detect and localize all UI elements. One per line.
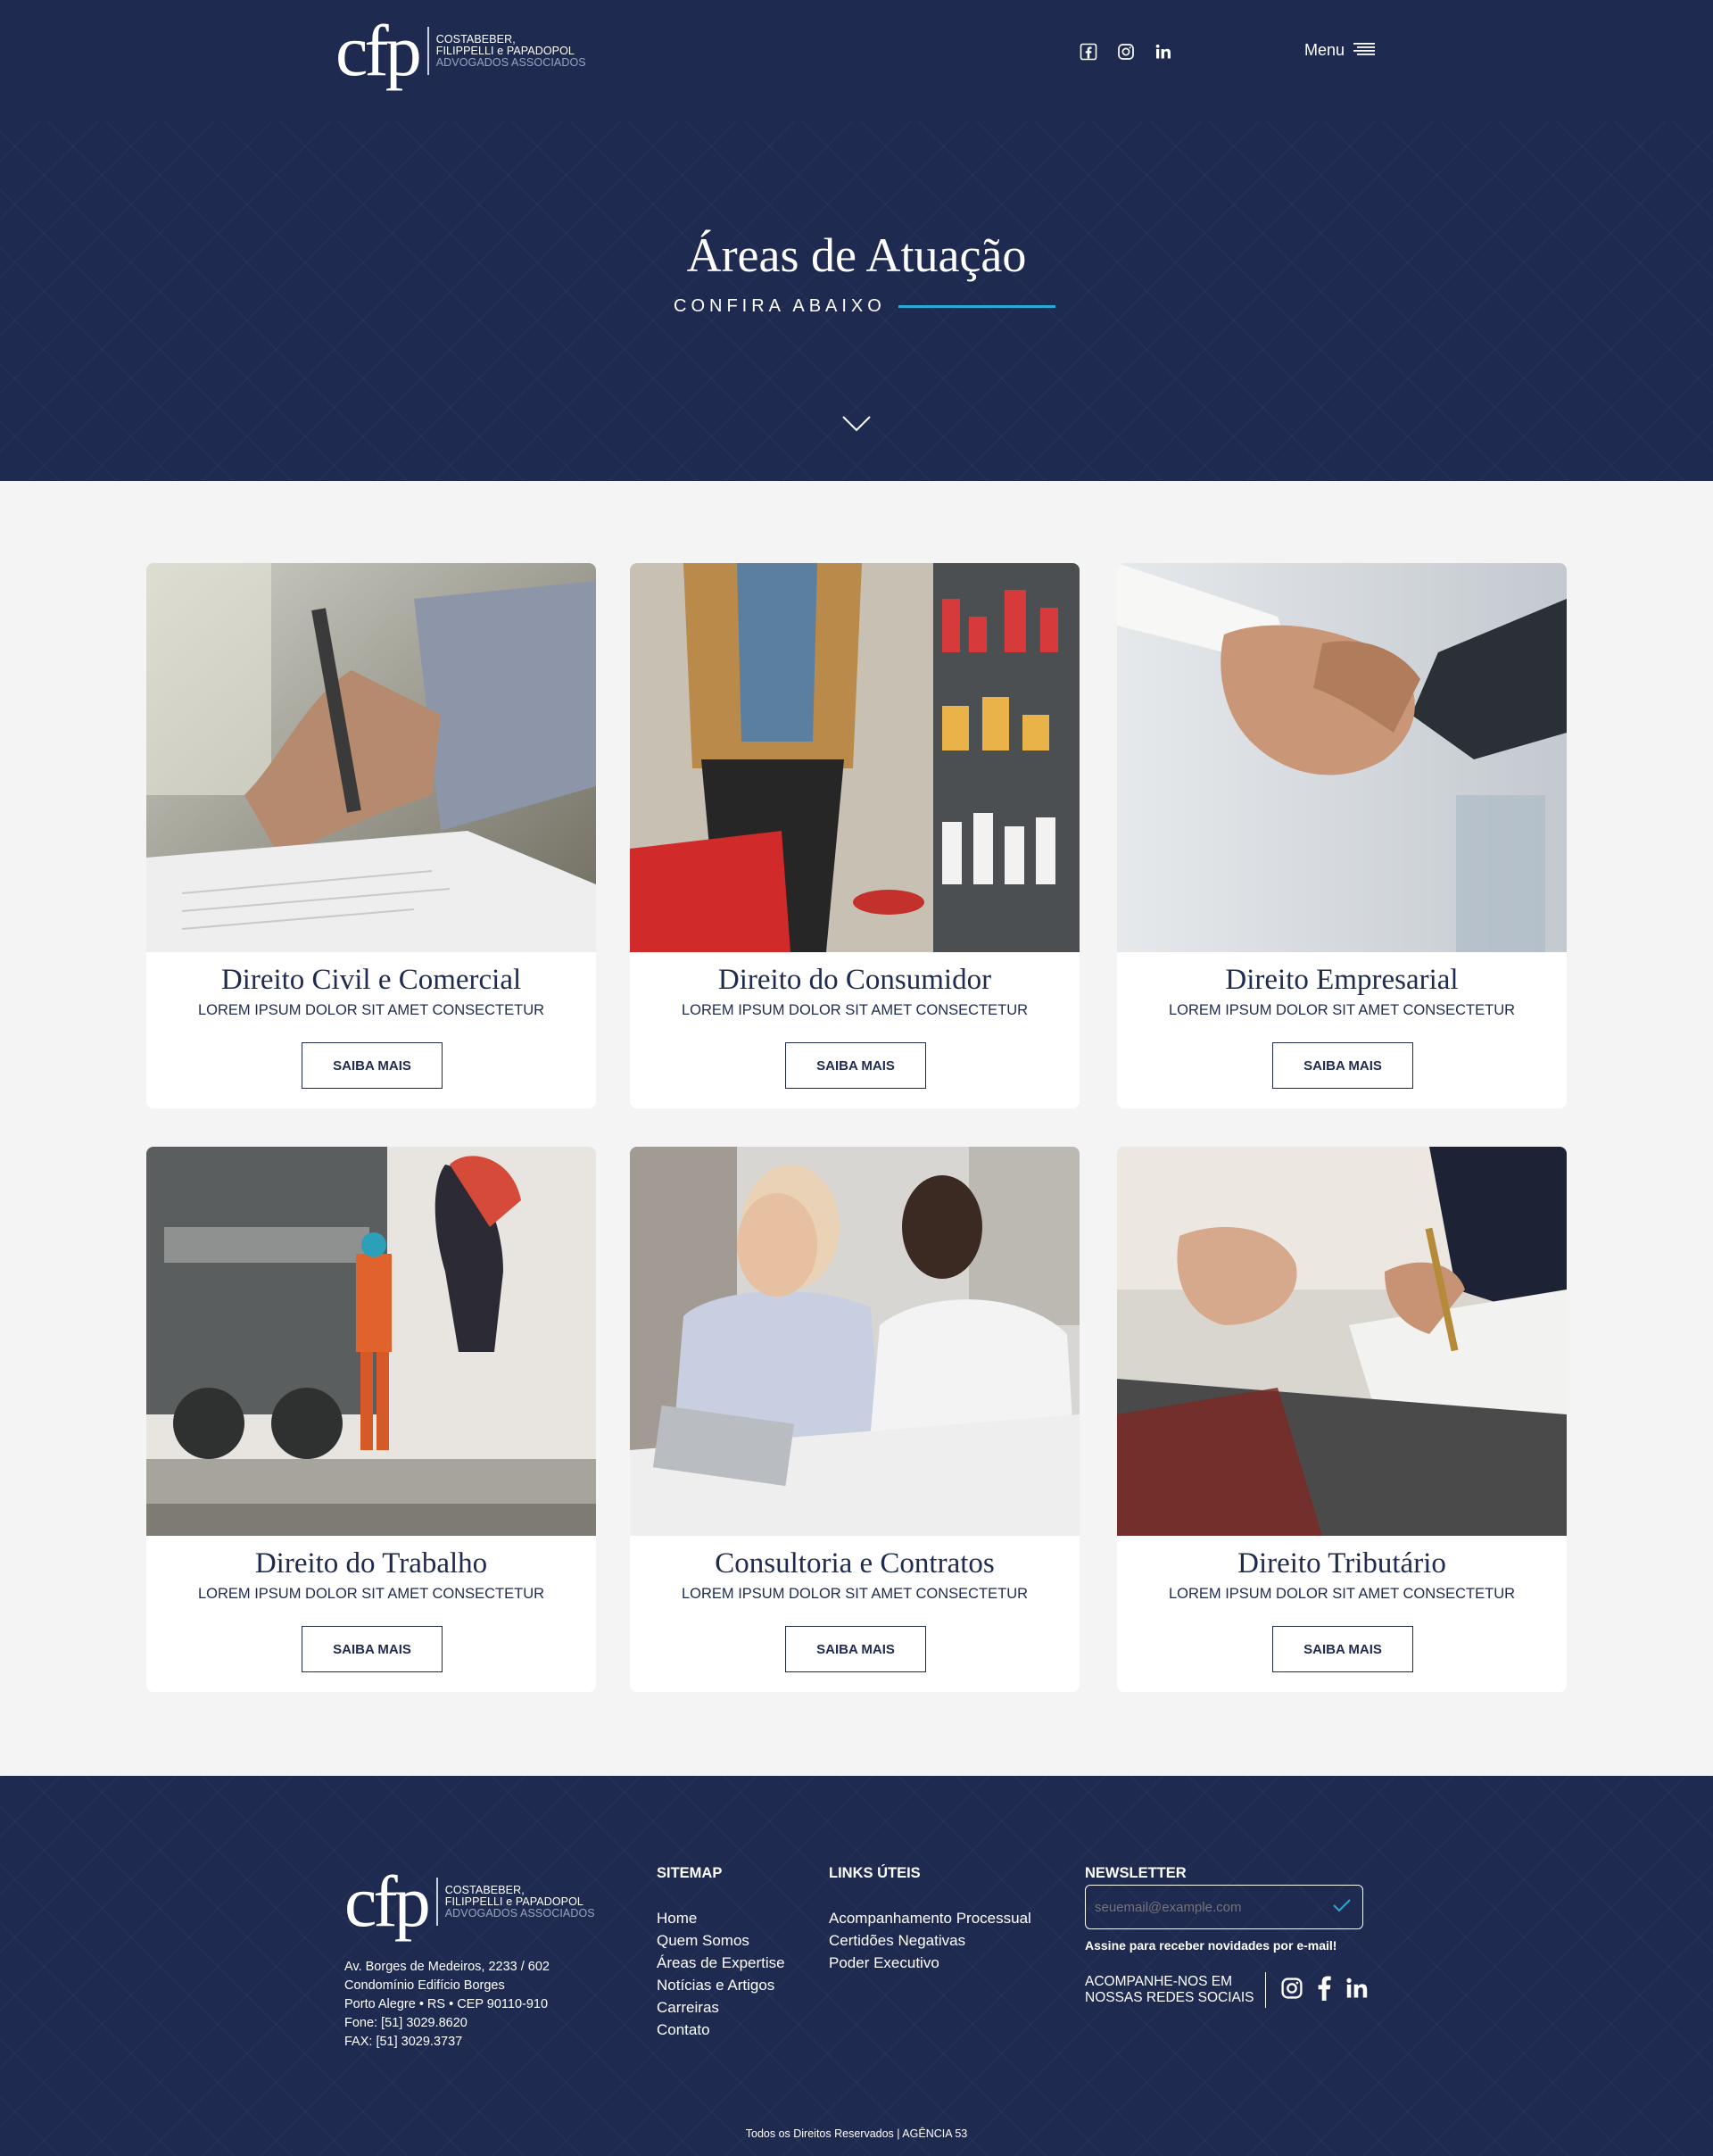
- card-description: LOREM IPSUM DOLOR SIT AMET CONSECTETUR: [681, 1586, 1029, 1602]
- facebook-icon[interactable]: [1078, 41, 1099, 62]
- card-title: Consultoria e Contratos: [715, 1547, 995, 1580]
- sitemap-link-areas[interactable]: Áreas de Expertise: [657, 1952, 785, 1974]
- link-certidoes[interactable]: Certidões Negativas: [829, 1929, 1031, 1952]
- card-image-contract-signing: [1117, 1147, 1567, 1536]
- card-image-consultation: [630, 1147, 1080, 1536]
- logo-monogram: cfp: [335, 10, 422, 91]
- practice-area-card: Direito do Consumidor LOREM IPSUM DOLOR …: [630, 563, 1080, 1108]
- sitemap-link-quem-somos[interactable]: Quem Somos: [657, 1929, 785, 1952]
- address-line: Condomínio Edifício Borges: [344, 1978, 505, 1993]
- card-description: LOREM IPSUM DOLOR SIT AMET CONSECTETUR: [197, 1002, 545, 1018]
- copyright: Todos os Direitos Reservados | AGÊNCIA 5…: [745, 2127, 968, 2140]
- hamburger-icon: [1353, 41, 1376, 60]
- saiba-mais-button[interactable]: SAIBA MAIS: [785, 1626, 926, 1672]
- facebook-icon[interactable]: [1316, 1976, 1332, 2005]
- practice-area-card: Direito Empresarial LOREM IPSUM DOLOR SI…: [1117, 563, 1567, 1108]
- site-footer: cfp COSTABEBER, FILIPPELLI e PAPADOPOL A…: [0, 1776, 1713, 2156]
- newsletter-form: [1085, 1885, 1363, 1929]
- footer-social-links: [1280, 1976, 1370, 2005]
- follow-us: ACOMPANHE-NOS EM NOSSAS REDES SOCIAIS: [1085, 1972, 1370, 2008]
- link-acompanhamento[interactable]: Acompanhamento Processual: [829, 1907, 1031, 1929]
- logo-line-3: ADVOGADOS ASSOCIADOS: [444, 1906, 595, 1920]
- address-line: Porto Alegre • RS • CEP 90110-910: [344, 1997, 549, 2011]
- card-image-handshake: [1117, 563, 1567, 952]
- newsletter-email-input[interactable]: [1095, 1899, 1309, 1915]
- page-title: Áreas de Atuação: [686, 228, 1027, 282]
- practice-area-card: Direito Civil e Comercial LOREM IPSUM DO…: [146, 563, 596, 1108]
- logo-line-1: COSTABEBER,: [435, 32, 516, 46]
- linkedin-icon[interactable]: [1153, 41, 1174, 62]
- follow-line-2: NOSSAS REDES SOCIAIS: [1085, 1990, 1254, 2005]
- logo-line-2: FILIPPELLI e PAPADOPOL: [435, 44, 575, 57]
- logo-line-3: ADVOGADOS ASSOCIADOS: [435, 55, 586, 69]
- menu-label: Menu: [1304, 41, 1345, 59]
- card-image-pen-signing: [146, 563, 596, 952]
- newsletter-note: Assine para receber novidades por e-mail…: [1085, 1938, 1337, 1953]
- sitemap-link-carreiras[interactable]: Carreiras: [657, 1996, 785, 2019]
- saiba-mais-button[interactable]: SAIBA MAIS: [1272, 1042, 1413, 1089]
- follow-text: ACOMPANHE-NOS EM NOSSAS REDES SOCIAIS: [1085, 1974, 1254, 2006]
- checkmark-icon[interactable]: [1332, 1898, 1352, 1917]
- logo-line-1: COSTABEBER,: [444, 1883, 525, 1896]
- card-title: Direito Tributário: [1237, 1547, 1446, 1580]
- hero-subtitle: CONFIRA ABAIXO: [674, 296, 886, 316]
- linkedin-icon[interactable]: [1345, 1976, 1370, 2005]
- logo-divider: [426, 27, 429, 75]
- card-description: LOREM IPSUM DOLOR SIT AMET CONSECTETUR: [197, 1586, 545, 1602]
- fax-line: FAX: [51] 3029.3737: [344, 2035, 463, 2049]
- practice-area-card: Direito do Trabalho LOREM IPSUM DOLOR SI…: [146, 1147, 596, 1692]
- saiba-mais-button[interactable]: SAIBA MAIS: [785, 1042, 926, 1089]
- sitemap-link-contato[interactable]: Contato: [657, 2019, 785, 2041]
- saiba-mais-button[interactable]: SAIBA MAIS: [302, 1042, 443, 1089]
- card-image-shopping: [630, 563, 1080, 952]
- card-description: LOREM IPSUM DOLOR SIT AMET CONSECTETUR: [1168, 1586, 1516, 1602]
- phone-line: Fone: [51] 3029.8620: [344, 2016, 468, 2030]
- footer-address: Av. Borges de Medeiros, 2233 / 602 Condo…: [344, 1958, 550, 2052]
- saiba-mais-button[interactable]: SAIBA MAIS: [302, 1626, 443, 1672]
- footer-sitemap: SITEMAP Home Quem Somos Áreas de Experti…: [657, 1865, 785, 2041]
- header-logo[interactable]: cfp COSTABEBER, FILIPPELLI e PAPADOPOL A…: [335, 14, 586, 87]
- card-title: Direito Empresarial: [1225, 964, 1459, 996]
- saiba-mais-button[interactable]: SAIBA MAIS: [1272, 1626, 1413, 1672]
- card-title: Direito Civil e Comercial: [220, 964, 522, 996]
- footer-links-uteis: LINKS ÚTEIS Acompanhamento Processual Ce…: [829, 1865, 1031, 1974]
- card-description: LOREM IPSUM DOLOR SIT AMET CONSECTETUR: [681, 1002, 1029, 1018]
- newsletter-heading: NEWSLETTER: [1085, 1865, 1187, 1881]
- logo-divider: [435, 1878, 438, 1926]
- follow-divider: [1264, 1972, 1266, 2008]
- sitemap-link-home[interactable]: Home: [657, 1907, 785, 1929]
- logo-monogram: cfp: [344, 1861, 431, 1942]
- footer-logo[interactable]: cfp COSTABEBER, FILIPPELLI e PAPADOPOL A…: [344, 1865, 595, 1938]
- link-poder-executivo[interactable]: Poder Executivo: [829, 1952, 1031, 1974]
- card-title: Direito do Consumidor: [717, 964, 992, 996]
- card-description: LOREM IPSUM DOLOR SIT AMET CONSECTETUR: [1168, 1002, 1516, 1018]
- header-social-links: [1078, 41, 1174, 62]
- practice-area-card: Direito Tributário LOREM IPSUM DOLOR SIT…: [1117, 1147, 1567, 1692]
- accent-line: [898, 305, 1055, 308]
- hero-banner: Áreas de Atuação CONFIRA ABAIXO: [0, 120, 1713, 481]
- follow-line-1: ACOMPANHE-NOS EM: [1085, 1974, 1233, 1989]
- logo-firm-name: COSTABEBER, FILIPPELLI e PAPADOPOL ADVOG…: [435, 32, 586, 69]
- menu-toggle[interactable]: Menu: [1304, 41, 1376, 60]
- hero-subtitle-row: CONFIRA ABAIXO: [674, 296, 1055, 317]
- instagram-icon[interactable]: [1280, 1977, 1303, 2004]
- site-header: cfp COSTABEBER, FILIPPELLI e PAPADOPOL A…: [0, 0, 1713, 120]
- instagram-icon[interactable]: [1115, 41, 1137, 62]
- chevron-down-icon[interactable]: [841, 415, 872, 437]
- card-image-worker: [146, 1147, 596, 1536]
- practice-area-card: Consultoria e Contratos LOREM IPSUM DOLO…: [630, 1147, 1080, 1692]
- address-line: Av. Borges de Medeiros, 2233 / 602: [344, 1960, 550, 1974]
- sitemap-heading: SITEMAP: [657, 1865, 723, 1881]
- sitemap-link-noticias[interactable]: Notícias e Artigos: [657, 1974, 785, 1996]
- links-uteis-heading: LINKS ÚTEIS: [829, 1865, 921, 1881]
- logo-line-2: FILIPPELLI e PAPADOPOL: [444, 1895, 583, 1908]
- logo-firm-name: COSTABEBER, FILIPPELLI e PAPADOPOL ADVOG…: [444, 1883, 595, 1920]
- card-title: Direito do Trabalho: [254, 1547, 488, 1580]
